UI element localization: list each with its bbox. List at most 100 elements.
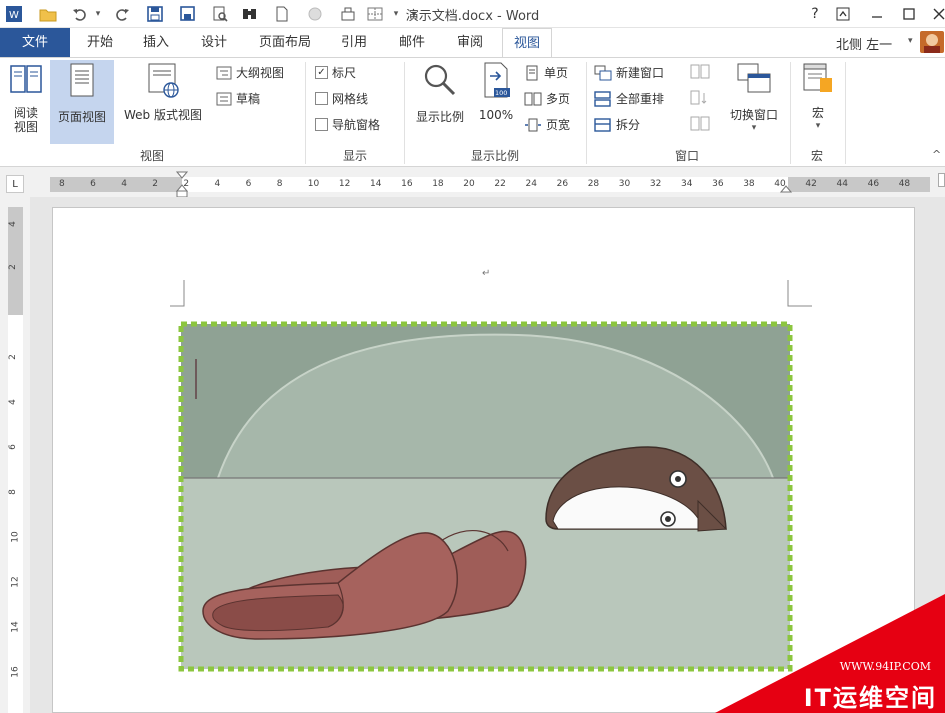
arrange-all-label: 全部重排 (616, 92, 665, 106)
arrange-all-button[interactable]: 全部重排 (594, 90, 664, 107)
avatar[interactable] (920, 31, 944, 53)
ruler-tick-label: 46 (867, 179, 880, 189)
ruler-tick-label: 44 (836, 179, 848, 189)
ribbon-display-icon[interactable] (832, 3, 854, 25)
zoom-group-label: 显示比例 (470, 149, 519, 163)
user-name[interactable]: 北侧 左一 (836, 34, 892, 53)
watermark-url: WWW.94IP.COM (839, 660, 931, 673)
ruler-tick-label: 4 (214, 179, 221, 189)
ruler-tick-label: 4 (7, 221, 18, 227)
crop-mark-right (787, 280, 812, 307)
side-by-side-icon[interactable] (690, 64, 710, 83)
ruler-tick-label: 12 (10, 576, 21, 588)
gridlines-label: 网格线 (332, 92, 369, 106)
new-window-icon (594, 65, 612, 80)
tab-insert[interactable]: 插入 (138, 28, 174, 57)
ruler-tick-label: 2 (7, 264, 18, 270)
crop-mark-left (170, 280, 185, 307)
horizontal-ruler[interactable]: L 8 6 4 2 2 4 6 8 10 12 14 16 18 20 22 24 26 28 30 32 34 36 38… (0, 167, 945, 198)
one-page-icon (526, 65, 538, 80)
gridlines-checkbox[interactable]: 网格线 (315, 90, 368, 107)
ruler-label: 标尺 (332, 66, 357, 80)
multi-page-label: 多页 (546, 92, 571, 106)
nav-pane-checkbox[interactable]: 导航窗格 (315, 116, 380, 133)
arrange-all-icon (594, 90, 611, 107)
tab-review[interactable]: 审阅 (452, 28, 488, 57)
tab-home[interactable]: 开始 (82, 28, 118, 57)
page-width-button[interactable]: 页宽 (524, 116, 570, 133)
ruler-tick-label: 16 (10, 666, 21, 678)
ruler-tick-label: 28 (587, 179, 600, 189)
print-layout-icon (70, 63, 94, 97)
tab-design[interactable]: 设计 (196, 28, 232, 57)
print-layout-button[interactable]: 页面视图 (50, 60, 114, 144)
new-window-button[interactable]: 新建窗口 (594, 64, 664, 81)
ruler-tick-label: 2 (183, 179, 190, 189)
views-group-label: 视图 (139, 149, 164, 163)
ruler-tick-label: 2 (7, 354, 18, 360)
paragraph-mark: ↵ (482, 268, 491, 279)
ruler-tick-label: 20 (463, 179, 475, 189)
nav-pane-check-icon (315, 118, 328, 131)
ruler-tick-label: 12 (338, 179, 351, 189)
split-label: 拆分 (616, 118, 641, 132)
vertical-ruler[interactable]: 4 2 2 4 6 8 10 12 14 16 (0, 197, 30, 713)
group-divider (845, 62, 846, 164)
one-page-button[interactable]: 单页 (524, 64, 568, 81)
ruler-tick-label: 4 (7, 399, 18, 405)
zoom-100-icon: 100 (484, 62, 510, 98)
switch-windows-dropdown-icon: ▾ (751, 123, 757, 133)
ruler-tick-label: 8 (59, 179, 65, 189)
inserted-picture[interactable] (178, 321, 793, 672)
read-mode-label: 阅读 视图 (13, 106, 38, 134)
macros-group-label: 宏 (810, 149, 823, 163)
tab-layout[interactable]: 页面布局 (254, 28, 316, 57)
macros-icon (803, 63, 832, 92)
window-group-label: 窗口 (674, 149, 699, 163)
tab-references[interactable]: 引用 (336, 28, 372, 57)
draft-button[interactable]: 草稿 (216, 90, 260, 107)
switch-windows-button[interactable]: 切换窗口 ▾ (722, 62, 786, 146)
multi-page-button[interactable]: 多页 (524, 90, 570, 107)
web-layout-button[interactable]: Web 版式视图 (114, 62, 212, 146)
outline-button[interactable]: 大纲视图 (216, 64, 284, 81)
zoom-100-button[interactable]: 100 100% (474, 62, 518, 146)
ruler-tick-label: 24 (525, 179, 537, 189)
ruler-tick-label: 26 (556, 179, 569, 189)
tab-file[interactable]: 文件 (0, 28, 70, 57)
ruler-tick-label: 22 (494, 179, 506, 189)
show-group-label: 显示 (342, 149, 367, 163)
switch-windows-icon (737, 63, 771, 93)
ruler-tick-label: 2 (152, 179, 159, 189)
reset-window-icon[interactable] (690, 116, 710, 135)
new-window-label: 新建窗口 (616, 66, 665, 80)
draft-icon (216, 92, 232, 105)
close-button[interactable] (928, 3, 945, 25)
ruler-tick-label: 10 (307, 179, 320, 189)
collapse-ribbon-icon[interactable]: ^ (932, 148, 941, 161)
minimize-button[interactable] (866, 3, 888, 25)
page-width-label: 页宽 (546, 118, 571, 132)
watermark: WWW.94IP.COM IT运维空间 (715, 594, 945, 713)
ruler-tick-label: 18 (432, 179, 444, 189)
page-width-icon (525, 118, 541, 131)
sync-scroll-icon[interactable] (690, 90, 710, 109)
ruler-tick-label: 40 (774, 179, 786, 189)
print-layout-label: 页面视图 (57, 110, 106, 124)
ruler-tick-label: 8 (7, 489, 18, 495)
macros-dropdown-icon: ▾ (815, 121, 821, 131)
user-dropdown-icon[interactable]: ▾ (908, 36, 913, 46)
macros-button[interactable]: 宏 ▾ (796, 62, 840, 146)
tab-view[interactable]: 视图 (502, 28, 552, 57)
ruler-scroll-icon[interactable] (938, 173, 945, 187)
tab-selector-icon[interactable]: L (6, 175, 24, 193)
tab-mailings[interactable]: 邮件 (394, 28, 430, 57)
split-button[interactable]: 拆分 (594, 116, 640, 133)
ruler-checkbox[interactable]: ✓ 标尺 (315, 64, 356, 81)
read-mode-button[interactable]: 阅读 视图 (4, 62, 48, 146)
ruler-check-icon: ✓ (315, 66, 328, 79)
zoom-button[interactable]: 显示比例 (408, 62, 472, 146)
maximize-button[interactable] (898, 3, 920, 25)
zoom-100-label: 100% (478, 108, 514, 122)
help-button[interactable]: ? (804, 3, 826, 25)
